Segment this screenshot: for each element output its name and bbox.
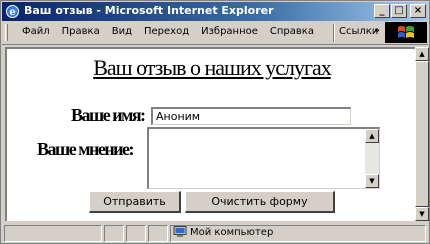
name-label: Ваше имя: [71,105,146,125]
minimize-button[interactable]: _ [374,4,390,18]
menu-edit[interactable]: Правка [56,26,106,37]
security-zone: Мой компьютер [173,226,273,238]
toolbar-grip[interactable] [5,24,8,41]
textarea-scrollbar[interactable]: ▲ ▼ [365,129,379,188]
title-bar[interactable]: e Ваш отзыв - Microsoft Internet Explore… [2,2,428,21]
page-content: Ваш отзыв о наших услугах Ваше имя: Анон… [5,47,415,221]
scroll-down-icon[interactable]: ▼ [365,174,379,188]
name-input[interactable]: Аноним [151,107,351,125]
menu-file[interactable]: Файл [16,26,56,37]
menu-view[interactable]: Вид [106,26,138,37]
page-scrollbar[interactable]: ▲ ▼ [415,47,429,221]
close-button[interactable]: × [410,4,426,18]
reset-button[interactable]: Очистить форму [185,191,335,213]
opinion-label: Ваше мнение: [37,139,135,159]
maximize-button[interactable]: □ [391,4,407,18]
menu-items: Файл Правка Вид Переход Избранное Справк… [16,26,320,37]
ie-icon: e [6,5,19,18]
scroll-down-icon[interactable]: ▼ [415,207,429,221]
svg-text:e: e [9,7,15,18]
status-cell [104,225,124,242]
status-cell [126,225,146,242]
submit-button[interactable]: Отправить [89,191,181,213]
scroll-up-icon[interactable]: ▲ [415,47,429,61]
zone-label: Мой компьютер [190,226,274,238]
links-toolbar[interactable]: Ссылки [339,26,378,37]
menu-favorites[interactable]: Избранное [195,26,264,37]
opinion-textarea[interactable]: ▲ ▼ [147,127,380,189]
page-heading: Ваш отзыв о наших услугах [93,55,332,80]
menu-help[interactable]: Справка [264,26,320,37]
status-cell [148,225,168,242]
window-title: Ваш отзыв - Microsoft Internet Explorer [24,4,274,17]
menu-go[interactable]: Переход [138,26,195,37]
links-separator [333,24,335,42]
computer-icon [173,226,187,237]
windows-logo-icon [385,22,427,43]
status-bar: Мой компьютер [2,223,428,243]
scroll-thumb[interactable] [415,61,429,207]
status-text-cell [4,225,102,242]
chevron-right-icon[interactable]: » [374,26,380,36]
browser-window: e Ваш отзыв - Microsoft Internet Explore… [0,0,430,244]
menu-bar: Файл Правка Вид Переход Избранное Справк… [2,21,428,45]
scroll-up-icon[interactable]: ▲ [365,129,379,143]
